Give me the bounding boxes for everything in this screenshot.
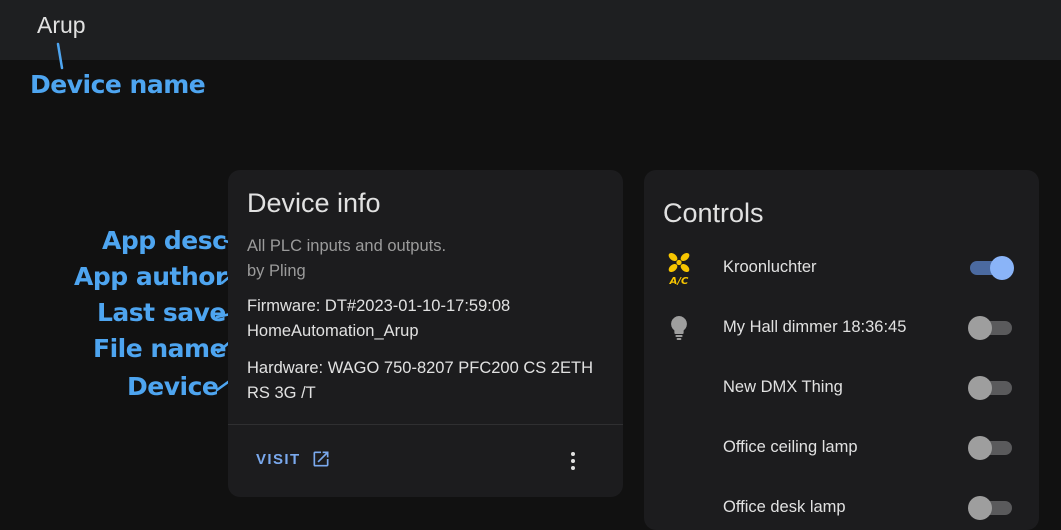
control-toggle[interactable] (968, 436, 1014, 460)
visit-label: VISIT (256, 450, 301, 468)
ac-fan-icon: A/C (664, 251, 694, 287)
firmware-last-save: Firmware: DT#2023-01-10-17:59:08 (247, 297, 511, 315)
device-info-card: Device info All PLC inputs and outputs. … (228, 170, 623, 497)
control-label: Office ceiling lamp (723, 438, 858, 456)
more-options-icon[interactable] (561, 448, 585, 474)
open-in-new-icon (313, 451, 329, 467)
control-label: Kroonluchter (723, 258, 817, 276)
annotation-file-name: File name (93, 334, 227, 363)
file-name: HomeAutomation_Arup (247, 322, 419, 340)
visit-button[interactable]: VISIT (256, 449, 331, 469)
annotation-app-author: App author (74, 262, 227, 291)
control-row: Office desk lamp (644, 488, 1039, 528)
device-info-title: Device info (247, 188, 381, 218)
control-toggle[interactable] (968, 256, 1014, 280)
controls-title: Controls (663, 198, 764, 228)
control-label: New DMX Thing (723, 378, 843, 396)
control-row: Office ceiling lamp (644, 428, 1039, 468)
control-row: A/C Kroonluchter (644, 248, 1039, 288)
control-label: Office desk lamp (723, 498, 846, 516)
annotation-last-save: Last save (97, 298, 226, 327)
lightbulb-icon (664, 311, 694, 345)
svg-text:A/C: A/C (669, 276, 689, 285)
annotation-app-desc: App desc (102, 226, 227, 255)
hardware-info: Hardware: WAGO 750-8207 PFC200 CS 2ETH R… (247, 359, 594, 402)
annotation-device-name: Device name (30, 70, 206, 99)
control-label: My Hall dimmer 18:36:45 (723, 318, 907, 336)
control-row: My Hall dimmer 18:36:45 (644, 308, 1039, 348)
app-author: by Pling (247, 262, 306, 280)
app-description: All PLC inputs and outputs. (247, 237, 447, 255)
annotation-device: Device (127, 372, 219, 401)
card-divider (228, 424, 623, 425)
control-row: New DMX Thing (644, 368, 1039, 408)
controls-card: Controls A/C Kroonluchter My Hall dimmer… (644, 170, 1039, 530)
control-toggle[interactable] (968, 376, 1014, 400)
control-toggle[interactable] (968, 316, 1014, 340)
control-toggle[interactable] (968, 496, 1014, 520)
